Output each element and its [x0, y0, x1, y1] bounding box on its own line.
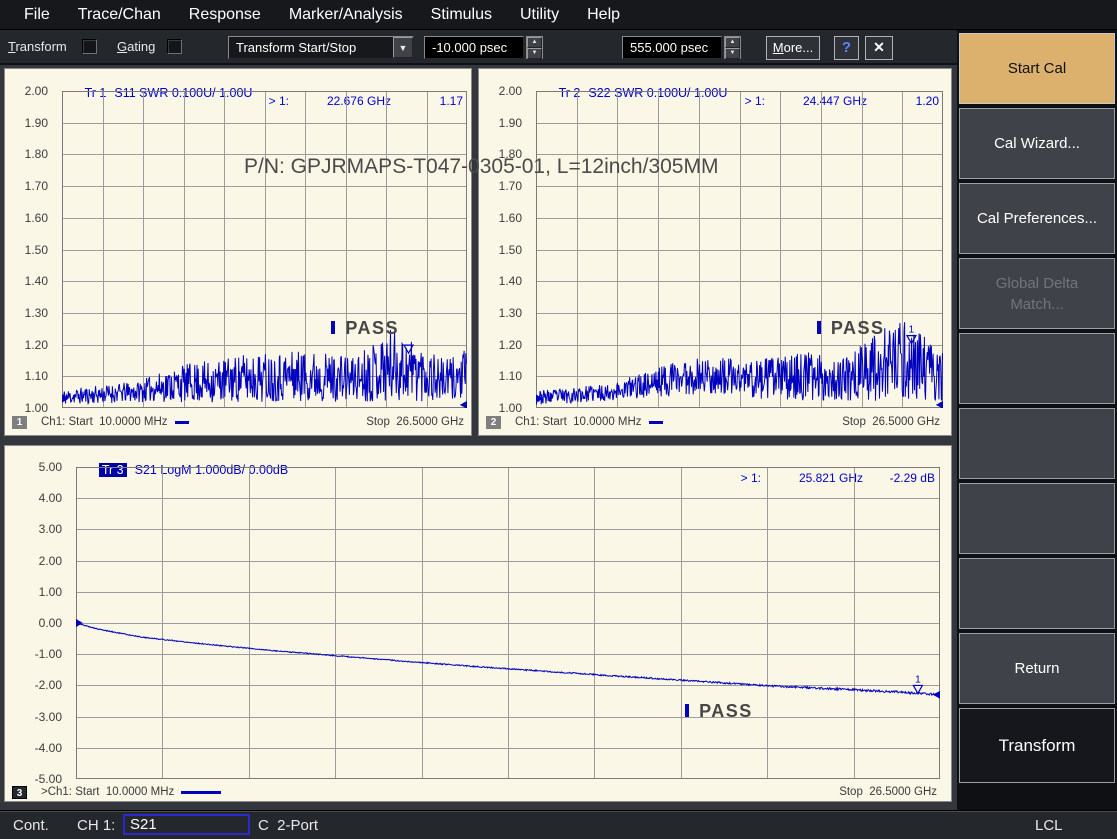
marker-number-label: 1: [915, 674, 921, 685]
transform-start-spinner[interactable]: ▲ ▼: [526, 36, 543, 59]
menu-item-response[interactable]: Response: [175, 0, 275, 29]
softkey-blank-6: [959, 408, 1115, 479]
softkey-start-cal[interactable]: Start Cal: [959, 33, 1115, 104]
menu-item-marker-analysis[interactable]: Marker/Analysis: [275, 0, 417, 29]
transform-start-field-group: -10.000 psec ▲ ▼: [424, 36, 543, 59]
plot-window-s22: Tr 2 S22 SWR 0.100U/ 1.00U > 1: 24.447 GH…: [478, 68, 952, 436]
menu-item-stimulus[interactable]: Stimulus: [417, 0, 506, 29]
spin-down-icon: ▼: [527, 48, 542, 59]
trace-tr1: [62, 330, 467, 405]
limit-line-icon: [816, 320, 821, 334]
channel-badge: 3: [12, 785, 27, 799]
transform-start-input[interactable]: -10.000 psec: [424, 36, 524, 59]
channel-badge: 1: [12, 415, 27, 429]
transform-stop-input[interactable]: 555.000 psec: [622, 36, 722, 59]
spin-up-icon: ▲: [527, 37, 542, 48]
channel-info-row: 1 Ch1: Start 10.0000 MHz Stop 26.5000 GH…: [5, 413, 471, 431]
chart-grid: 1: [76, 467, 940, 779]
softkey-return[interactable]: Return: [959, 633, 1115, 704]
y-axis-ticks: 2.00 1.90 1.80 1.70 1.60 1.50 1.40 1.30 1.20 1.10…: [498, 84, 522, 415]
menu-bar: File Trace/Chan Response Marker/Analysis Sti…: [0, 0, 1117, 30]
sweep-start-label: Ch1: Start 10.0000 MHz: [515, 416, 642, 428]
menu-item-utility[interactable]: Utility: [506, 0, 573, 29]
spin-down-icon: ▼: [725, 48, 740, 59]
limit-line-icon: [331, 320, 336, 334]
status-bar: Cont. CH 1: S21 C 2-Port LCL: [0, 810, 1117, 839]
close-toolbar-button[interactable]: ✕: [865, 36, 893, 60]
softkey-blank-5: [959, 333, 1115, 404]
transform-checkbox-label: Transform: [8, 39, 67, 54]
sweep-stop-label: Stop 26.5000 GHz: [842, 416, 940, 428]
sweep-start-label: >Ch1: Start 10.0000 MHz: [41, 786, 175, 798]
channel-badge: 2: [486, 415, 501, 429]
transform-stop-field-group: 555.000 psec ▲ ▼: [622, 36, 741, 59]
gating-checkbox-label: Gating: [117, 39, 156, 54]
spin-up-icon: ▲: [725, 37, 740, 48]
plot-area: Tr 1 S11 SWR 0.100U/ 1.00U > 1: 22.676 GH…: [0, 65, 957, 810]
softkey-cal-wizard[interactable]: Cal Wizard...: [959, 108, 1115, 179]
dropdown-arrow-icon[interactable]: ▼: [393, 37, 413, 58]
menu-item-trace-chan[interactable]: Trace/Chan: [64, 0, 175, 29]
cal-status: C 2-Port: [258, 817, 319, 834]
softkey-transform[interactable]: Transform: [959, 708, 1115, 783]
trace-color-dash-icon: [648, 420, 663, 424]
menu-item-file[interactable]: File: [10, 0, 64, 29]
gating-checkbox[interactable]: [167, 39, 182, 54]
pass-indicator: PASS: [685, 701, 753, 722]
softkey-cal-preferences[interactable]: Cal Preferences...: [959, 183, 1115, 254]
softkey-blank-7: [959, 483, 1115, 554]
pass-indicator: PASS: [331, 318, 399, 339]
transform-checkbox[interactable]: [82, 39, 97, 54]
softkey-sidebar: Start Cal Cal Wizard... Cal Preferences...…: [957, 30, 1117, 810]
channel-info-row: 3 >Ch1: Start 10.0000 MHz Stop 26.5000 G…: [5, 783, 951, 801]
limit-line-icon: [685, 704, 690, 717]
plot-window-s21: Tr 3 S21 LogM 1.000dB/ 0.00dB > 1: 25.821…: [4, 445, 952, 802]
trace-color-dash-icon: [181, 790, 222, 794]
reference-level-arrow-right-icon: [933, 690, 940, 699]
reference-level-arrow-right-icon: [460, 400, 467, 408]
plot-window-s11: Tr 1 S11 SWR 0.100U/ 1.00U > 1: 22.676 GH…: [4, 68, 472, 436]
marker-1-triangle-icon[interactable]: [912, 684, 924, 695]
lcl-indicator: LCL: [1035, 817, 1063, 834]
part-number-annotation: P/N: GPJRMAPS-T047-0305-01, L=12inch/305…: [244, 155, 719, 178]
marker-number-label: 1: [909, 325, 915, 336]
trace-color-dash-icon: [174, 420, 189, 424]
measurement-select-box[interactable]: S21: [123, 814, 250, 835]
pass-indicator: PASS: [816, 318, 885, 339]
dropdown-value: Transform Start/Stop: [236, 40, 357, 55]
transform-toolbar: Transform Gating Transform Start/Stop ▼ …: [0, 30, 957, 65]
chart-grid: 1: [536, 91, 943, 408]
y-axis-ticks: 5.00 4.00 3.00 2.00 1.00 0.00 -1.00 -2.00 -3.00-…: [34, 460, 62, 786]
softkey-blank-8: [959, 558, 1115, 629]
transform-start-stop-dropdown[interactable]: Transform Start/Stop ▼: [228, 36, 414, 59]
transform-stop-spinner[interactable]: ▲ ▼: [724, 36, 741, 59]
help-button[interactable]: ?: [834, 36, 859, 60]
channel-info-row: 2 Ch1: Start 10.0000 MHz Stop 26.5000 GH…: [479, 413, 951, 431]
menu-item-help[interactable]: Help: [573, 0, 634, 29]
y-axis-ticks: 2.00 1.90 1.80 1.70 1.60 1.50 1.40 1.30 1.20 1.10…: [24, 84, 48, 415]
reference-level-arrow-left-icon: [76, 619, 83, 627]
sweep-start-label: Ch1: Start 10.0000 MHz: [41, 416, 168, 428]
reference-level-arrow-right-icon: [936, 400, 943, 408]
channel-label: CH 1:: [77, 817, 116, 834]
more-button[interactable]: More...: [766, 36, 820, 60]
chart-grid: [62, 91, 467, 408]
acquisition-status: Cont.: [13, 817, 49, 834]
softkey-global-delta-match: Global Delta Match...: [959, 258, 1115, 329]
sweep-stop-label: Stop 26.5000 GHz: [839, 786, 937, 798]
sweep-stop-label: Stop 26.5000 GHz: [366, 416, 464, 428]
